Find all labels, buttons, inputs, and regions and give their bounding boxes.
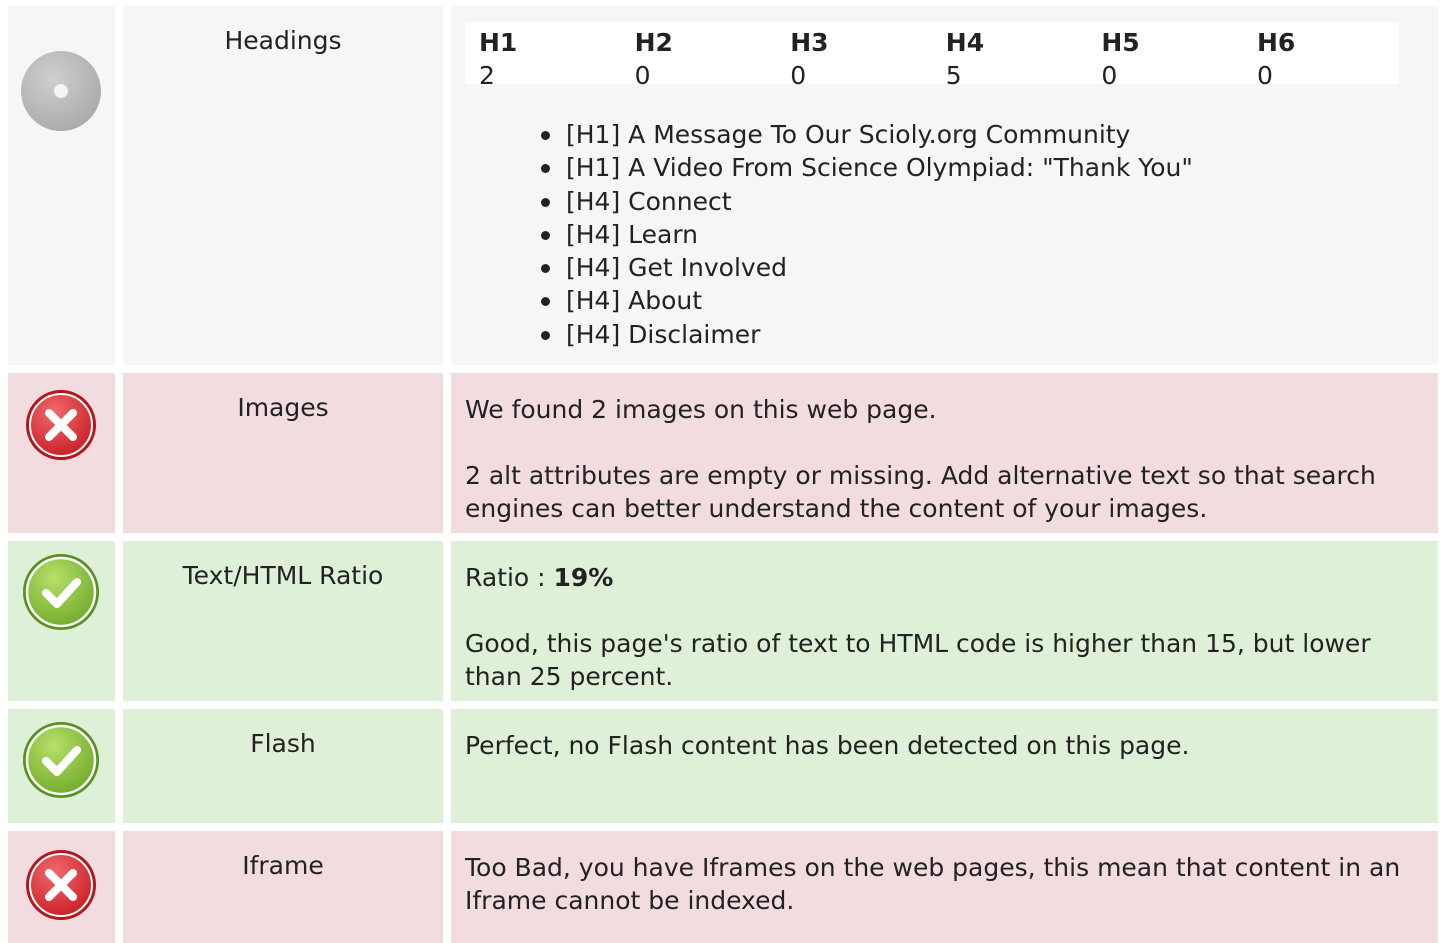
error-x-icon [25, 389, 97, 461]
flash-summary: Perfect, no Flash content has been detec… [465, 731, 1190, 760]
heading-name: H6 [1256, 28, 1296, 57]
heading-name: H4 [945, 28, 985, 57]
check-icon [22, 553, 100, 631]
flash-content: Perfect, no Flash content has been detec… [451, 709, 1438, 823]
row-label: Flash [123, 709, 443, 823]
heading-count: 0 [790, 61, 807, 90]
row-headings: Headings H1 2 H2 0 H3 0 H4 5 H5 0 H6 0 [… [0, 6, 1445, 365]
row-flash: Flash Perfect, no Flash content has been… [0, 709, 1445, 823]
list-item: [H4] Get Involved [541, 251, 1424, 284]
ratio-value-line: Ratio : 19% [465, 561, 1424, 594]
heading-col-h1: H1 2 [465, 26, 621, 90]
status-cell [8, 541, 115, 701]
heading-count: 5 [945, 61, 962, 90]
heading-count: 0 [1256, 61, 1273, 90]
row-label: Images [123, 373, 443, 533]
status-cell [8, 373, 115, 533]
heading-col-h6: H6 0 [1243, 26, 1399, 90]
list-item: [H4] Connect [541, 185, 1424, 218]
neutral-disc-icon [21, 51, 101, 131]
list-item: [H4] Learn [541, 218, 1424, 251]
status-cell [8, 831, 115, 943]
ratio-prefix: Ratio : [465, 563, 554, 592]
heading-col-h4: H4 5 [932, 26, 1088, 90]
row-text-html-ratio: Text/HTML Ratio Ratio : 19% Good, this p… [0, 541, 1445, 701]
list-item: [H4] About [541, 284, 1424, 317]
ratio-content: Ratio : 19% Good, this page's ratio of t… [451, 541, 1438, 701]
list-item: [H1] A Message To Our Scioly.org Communi… [541, 118, 1424, 151]
heading-count-table: H1 2 H2 0 H3 0 H4 5 H5 0 H6 0 [465, 22, 1399, 90]
row-label: Iframe [123, 831, 443, 943]
check-icon [22, 721, 100, 799]
seo-report: Headings H1 2 H2 0 H3 0 H4 5 H5 0 H6 0 [… [0, 0, 1445, 943]
heading-name: H1 [479, 28, 518, 57]
headings-content: H1 2 H2 0 H3 0 H4 5 H5 0 H6 0 [H1] A Mes… [451, 6, 1438, 365]
row-iframe: Iframe Too Bad, you have Iframes on the … [0, 831, 1445, 943]
heading-count: 2 [479, 61, 495, 90]
images-summary: We found 2 images on this web page. [465, 395, 937, 424]
heading-name: H2 [634, 28, 673, 57]
row-label: Text/HTML Ratio [123, 541, 443, 701]
row-label: Headings [123, 6, 443, 365]
heading-col-h5: H5 0 [1087, 26, 1243, 90]
iframe-content: Too Bad, you have Iframes on the web pag… [451, 831, 1438, 943]
heading-list: [H1] A Message To Our Scioly.org Communi… [465, 118, 1424, 351]
list-item: [H1] A Video From Science Olympiad: "Tha… [541, 151, 1424, 184]
list-item: [H4] Disclaimer [541, 318, 1424, 351]
heading-col-h2: H2 0 [621, 26, 777, 90]
ratio-advice: Good, this page's ratio of text to HTML … [465, 629, 1371, 691]
iframe-summary: Too Bad, you have Iframes on the web pag… [465, 853, 1401, 915]
heading-name: H5 [1101, 28, 1140, 57]
status-cell [8, 6, 115, 365]
heading-count: 0 [1101, 61, 1118, 90]
row-images: Images We found 2 images on this web pag… [0, 373, 1445, 533]
images-content: We found 2 images on this web page. 2 al… [451, 373, 1438, 533]
heading-name: H3 [790, 28, 829, 57]
heading-col-h3: H3 0 [776, 26, 932, 90]
error-x-icon [25, 849, 97, 921]
heading-count: 0 [634, 61, 651, 90]
ratio-value: 19% [553, 563, 614, 592]
status-cell [8, 709, 115, 823]
images-advice: 2 alt attributes are empty or missing. A… [465, 461, 1376, 523]
